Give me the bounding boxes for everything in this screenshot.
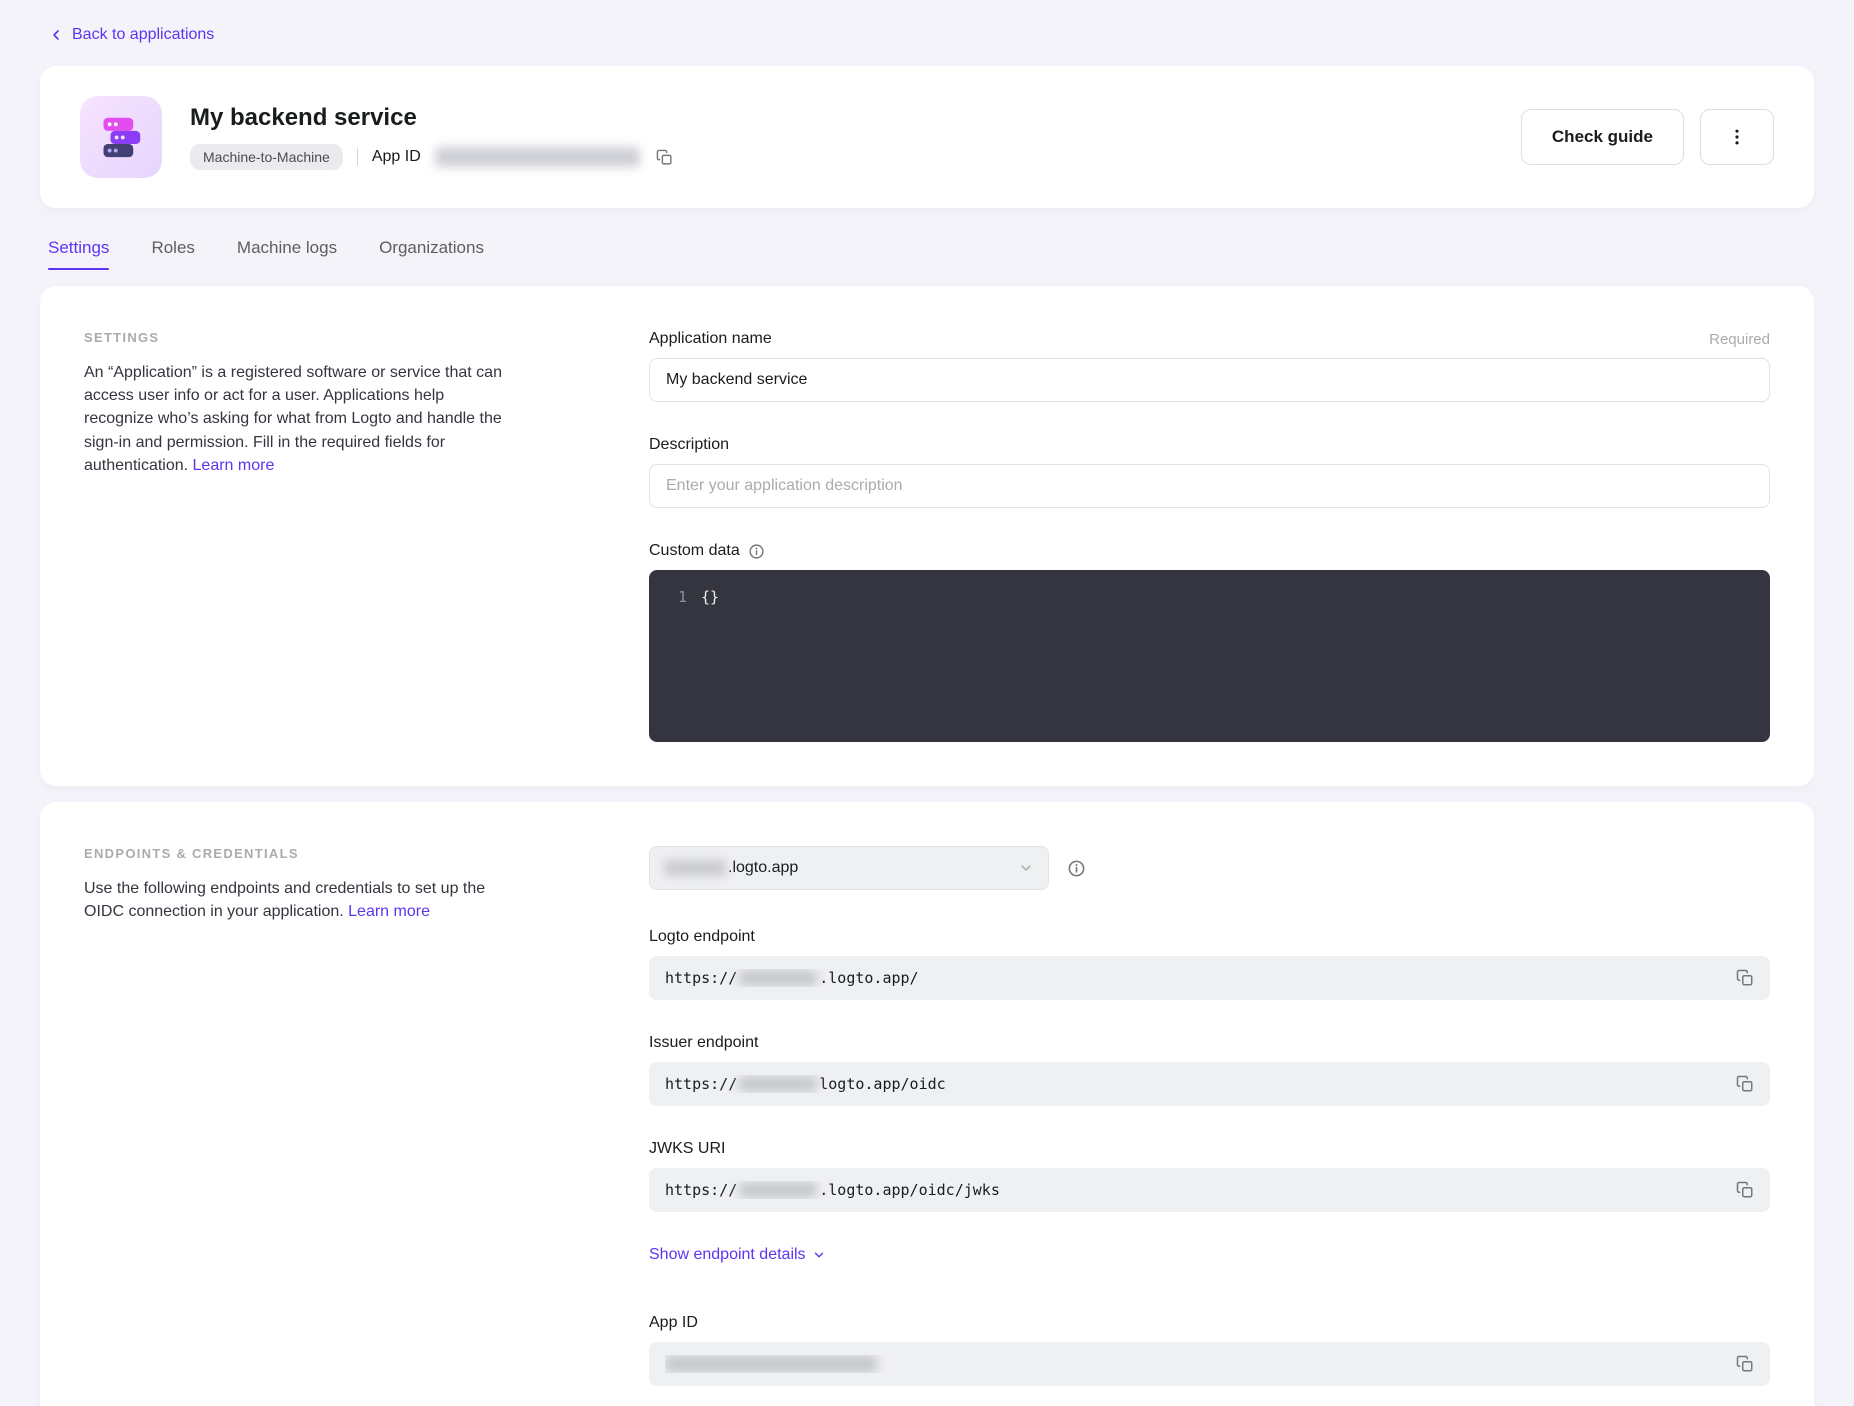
show-endpoint-details-label: Show endpoint details bbox=[649, 1246, 806, 1264]
back-to-applications-link[interactable]: Back to applications bbox=[48, 26, 214, 44]
issuer-endpoint-label: Issuer endpoint bbox=[649, 1034, 758, 1052]
settings-section-description: An “Application” is a registered softwar… bbox=[84, 361, 504, 477]
redacted-tenant-id bbox=[739, 1182, 817, 1198]
check-guide-button[interactable]: Check guide bbox=[1521, 109, 1684, 165]
endpoints-section-heading: ENDPOINTS & CREDENTIALS bbox=[84, 846, 504, 861]
app-id-value bbox=[649, 1342, 1770, 1386]
back-link-label: Back to applications bbox=[72, 26, 214, 44]
issuer-endpoint-prefix: https:// bbox=[665, 1075, 737, 1093]
application-meta-row: Machine-to-Machine App ID bbox=[190, 144, 1493, 170]
application-name-field: Application name Required bbox=[649, 330, 1770, 402]
tab-roles[interactable]: Roles bbox=[151, 238, 194, 270]
chevron-down-icon bbox=[1018, 860, 1034, 876]
custom-data-field: Custom data 1 {} bbox=[649, 542, 1770, 742]
copy-jwks-uri-button[interactable] bbox=[1734, 1179, 1756, 1201]
redacted-app-id-value bbox=[665, 1355, 877, 1373]
jwks-uri-value: https:// .logto.app/oidc/jwks bbox=[649, 1168, 1770, 1212]
header-actions: Check guide bbox=[1521, 109, 1774, 165]
kebab-icon bbox=[1727, 127, 1747, 147]
copy-icon bbox=[1736, 1075, 1754, 1093]
endpoints-section-description: Use the following endpoints and credenti… bbox=[84, 877, 504, 923]
custom-data-code-editor[interactable]: 1 {} bbox=[649, 570, 1770, 742]
application-header-card: My backend service Machine-to-Machine Ap… bbox=[40, 66, 1814, 208]
description-field: Description bbox=[649, 436, 1770, 508]
redacted-tenant-id bbox=[739, 970, 817, 986]
description-label: Description bbox=[649, 436, 729, 454]
jwks-uri-label: JWKS URI bbox=[649, 1140, 725, 1158]
editor-line-number: 1 bbox=[649, 588, 701, 724]
tab-organizations[interactable]: Organizations bbox=[379, 238, 484, 270]
settings-section-card: SETTINGS An “Application” is a registere… bbox=[40, 286, 1814, 786]
more-options-button[interactable] bbox=[1700, 109, 1774, 165]
application-header-info: My backend service Machine-to-Machine Ap… bbox=[190, 104, 1493, 170]
tab-bar: Settings Roles Machine logs Organization… bbox=[40, 238, 1814, 270]
active-tab-underline bbox=[48, 268, 109, 270]
tab-settings[interactable]: Settings bbox=[48, 238, 109, 270]
tab-organizations-label: Organizations bbox=[379, 238, 484, 257]
domain-row: .logto.app bbox=[649, 846, 1770, 890]
endpoints-form: .logto.app Logto endpoint https:// bbox=[649, 846, 1770, 1386]
settings-section-intro: SETTINGS An “Application” is a registere… bbox=[84, 330, 504, 477]
redacted-app-id-value bbox=[435, 147, 640, 167]
settings-description-text: An “Application” is a registered softwar… bbox=[84, 364, 502, 474]
copy-icon bbox=[1736, 1181, 1754, 1199]
application-name-label: Application name bbox=[649, 330, 772, 348]
tab-machine-logs-label: Machine logs bbox=[237, 238, 337, 257]
app-id-label: App ID bbox=[649, 1314, 698, 1332]
redacted-tenant-id bbox=[739, 1076, 817, 1092]
description-input[interactable] bbox=[649, 464, 1770, 508]
chevron-left-icon bbox=[48, 27, 64, 43]
domain-suffix: .logto.app bbox=[728, 859, 1018, 877]
application-logo-icon bbox=[80, 96, 162, 178]
jwks-uri-prefix: https:// bbox=[665, 1181, 737, 1199]
settings-learn-more-link[interactable]: Learn more bbox=[193, 457, 275, 474]
endpoints-section-intro: ENDPOINTS & CREDENTIALS Use the followin… bbox=[84, 846, 504, 923]
chevron-down-icon bbox=[812, 1248, 826, 1262]
editor-content: {} bbox=[701, 588, 719, 724]
logto-endpoint-field: Logto endpoint https:// .logto.app/ bbox=[649, 928, 1770, 1000]
copy-app-id-button[interactable] bbox=[654, 147, 675, 168]
settings-form: Application name Required Description Cu… bbox=[649, 330, 1770, 742]
custom-data-label: Custom data bbox=[649, 542, 740, 560]
header-app-id-label: App ID bbox=[372, 148, 421, 166]
app-id-field: App ID bbox=[649, 1314, 1770, 1386]
issuer-endpoint-value: https:// logto.app/oidc bbox=[649, 1062, 1770, 1106]
issuer-endpoint-suffix: logto.app/oidc bbox=[819, 1075, 945, 1093]
application-name-input[interactable] bbox=[649, 358, 1770, 402]
logto-endpoint-label: Logto endpoint bbox=[649, 928, 755, 946]
issuer-endpoint-field: Issuer endpoint https:// logto.app/oidc bbox=[649, 1034, 1770, 1106]
application-title: My backend service bbox=[190, 104, 1493, 132]
logto-endpoint-value: https:// .logto.app/ bbox=[649, 956, 1770, 1000]
endpoints-learn-more-link[interactable]: Learn more bbox=[348, 903, 430, 920]
copy-icon bbox=[1736, 969, 1754, 987]
endpoints-section-card: ENDPOINTS & CREDENTIALS Use the followin… bbox=[40, 802, 1814, 1406]
jwks-uri-field: JWKS URI https:// .logto.app/oidc/jwks bbox=[649, 1140, 1770, 1212]
application-details-page: Back to applications My backend service … bbox=[0, 0, 1854, 1406]
copy-icon bbox=[656, 149, 673, 166]
jwks-uri-suffix: .logto.app/oidc/jwks bbox=[819, 1181, 1000, 1199]
required-label: Required bbox=[1709, 331, 1770, 348]
tab-machine-logs[interactable]: Machine logs bbox=[237, 238, 337, 270]
show-endpoint-details-link[interactable]: Show endpoint details bbox=[649, 1246, 826, 1264]
tab-settings-label: Settings bbox=[48, 238, 109, 257]
copy-app-id-button[interactable] bbox=[1734, 1353, 1756, 1375]
logto-endpoint-suffix: .logto.app/ bbox=[819, 969, 918, 987]
custom-data-info-icon[interactable] bbox=[748, 543, 765, 560]
copy-issuer-endpoint-button[interactable] bbox=[1734, 1073, 1756, 1095]
domain-info-icon[interactable] bbox=[1067, 859, 1086, 878]
settings-section-heading: SETTINGS bbox=[84, 330, 504, 345]
tab-roles-label: Roles bbox=[151, 238, 194, 257]
logto-endpoint-prefix: https:// bbox=[665, 969, 737, 987]
copy-icon bbox=[1736, 1355, 1754, 1373]
copy-logto-endpoint-button[interactable] bbox=[1734, 967, 1756, 989]
meta-divider bbox=[357, 148, 358, 166]
domain-select[interactable]: .logto.app bbox=[649, 846, 1049, 890]
redacted-tenant-id bbox=[664, 860, 726, 876]
application-type-badge: Machine-to-Machine bbox=[190, 144, 343, 170]
